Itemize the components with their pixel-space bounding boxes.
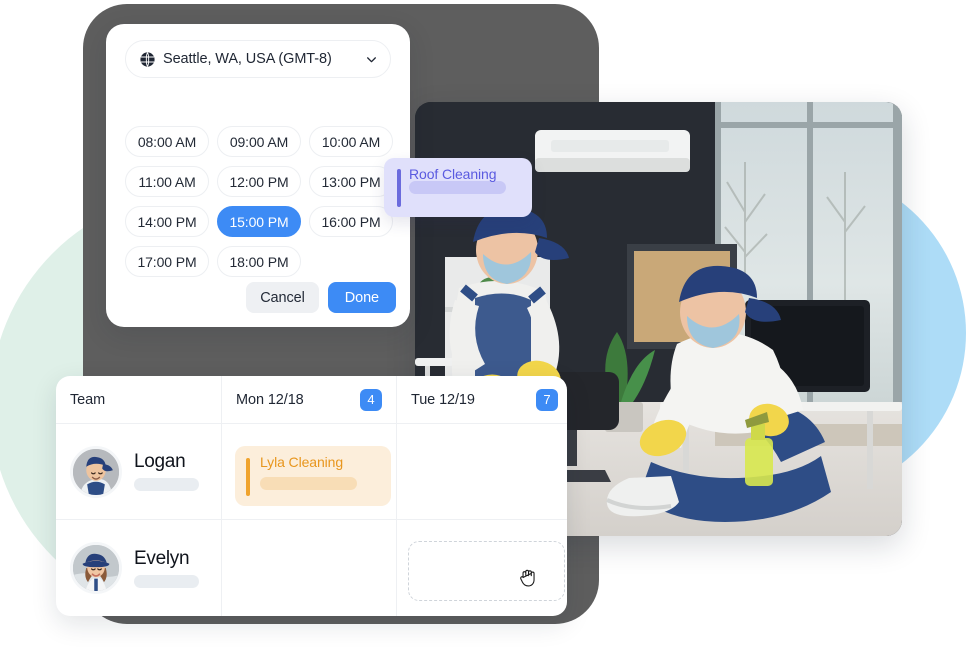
avatar xyxy=(70,542,122,594)
column-header-monday[interactable]: Mon 12/18 4 xyxy=(222,376,397,423)
avatar-logan-illustration xyxy=(73,448,119,495)
time-slot[interactable]: 14:00 PM xyxy=(125,206,209,237)
time-slot[interactable]: 11:00 AM xyxy=(125,166,209,197)
column-header-tuesday-label: Tue 12/19 xyxy=(411,391,475,408)
schedule-panel: Team Mon 12/18 4 Tue 12/19 7 Logan Lyla … xyxy=(56,376,567,616)
chevron-down-icon[interactable] xyxy=(365,53,378,66)
column-header-team-label: Team xyxy=(70,391,106,408)
schedule-header-row: Team Mon 12/18 4 Tue 12/19 7 xyxy=(56,376,567,424)
task-card-roof-cleaning-dragging[interactable]: Roof Cleaning xyxy=(384,158,532,217)
globe-icon xyxy=(140,51,155,67)
time-slot[interactable]: 09:00 AM xyxy=(217,126,301,157)
table-row: Evelyn xyxy=(56,520,567,616)
timezone-select[interactable]: Seattle, WA, USA (GMT-8) xyxy=(125,40,391,78)
column-header-monday-label: Mon 12/18 xyxy=(236,391,304,408)
team-member-cell[interactable]: Logan xyxy=(56,424,222,519)
time-slot-grid: 08:00 AM 09:00 AM 10:00 AM 11:00 AM 12:0… xyxy=(125,126,393,277)
task-title: Lyla Cleaning xyxy=(260,454,344,470)
done-button[interactable]: Done xyxy=(327,282,396,313)
grabbing-hand-cursor xyxy=(520,569,535,587)
task-title: Roof Cleaning xyxy=(409,166,497,182)
tuesday-cell-logan[interactable] xyxy=(397,424,567,519)
team-member-cell[interactable]: Evelyn xyxy=(56,520,222,616)
time-slot-selected[interactable]: 15:00 PM xyxy=(217,206,301,237)
team-member-name: Evelyn xyxy=(134,547,190,569)
column-header-team: Team xyxy=(56,376,222,423)
task-accent-bar xyxy=(246,458,250,496)
cancel-button[interactable]: Cancel xyxy=(246,282,319,313)
task-accent-bar xyxy=(397,169,401,207)
table-row: Logan Lyla Cleaning xyxy=(56,424,567,520)
task-detail-placeholder xyxy=(409,181,506,194)
time-picker-actions: Cancel Done xyxy=(246,282,396,313)
team-member-name: Logan xyxy=(134,451,186,472)
time-slot[interactable]: 18:00 PM xyxy=(217,246,301,277)
time-slot[interactable]: 12:00 PM xyxy=(217,166,301,197)
monday-cell-logan[interactable]: Lyla Cleaning xyxy=(222,424,397,519)
avatar xyxy=(70,445,122,498)
task-detail-placeholder xyxy=(260,477,357,490)
time-slot[interactable]: 10:00 AM xyxy=(309,126,393,157)
time-slot[interactable]: 17:00 PM xyxy=(125,246,209,277)
member-detail-placeholder xyxy=(134,478,199,491)
time-slot[interactable]: 08:00 AM xyxy=(125,126,209,157)
time-slot[interactable]: 16:00 PM xyxy=(309,206,393,237)
monday-cell-evelyn[interactable] xyxy=(222,520,397,616)
task-drop-zone[interactable] xyxy=(408,541,565,601)
column-header-tuesday[interactable]: Tue 12/19 7 xyxy=(397,376,567,423)
timezone-label: Seattle, WA, USA (GMT-8) xyxy=(163,51,332,67)
tuesday-count-badge: 7 xyxy=(536,388,558,411)
task-card-lyla-cleaning[interactable]: Lyla Cleaning xyxy=(235,446,391,506)
member-detail-placeholder xyxy=(134,574,199,588)
time-slot[interactable]: 13:00 PM xyxy=(309,166,393,197)
time-picker-panel: Seattle, WA, USA (GMT-8) 08:00 AM 09:00 … xyxy=(106,24,410,327)
monday-count-badge: 4 xyxy=(360,388,382,411)
tuesday-cell-evelyn[interactable] xyxy=(397,520,567,616)
avatar-evelyn-illustration xyxy=(73,545,119,591)
